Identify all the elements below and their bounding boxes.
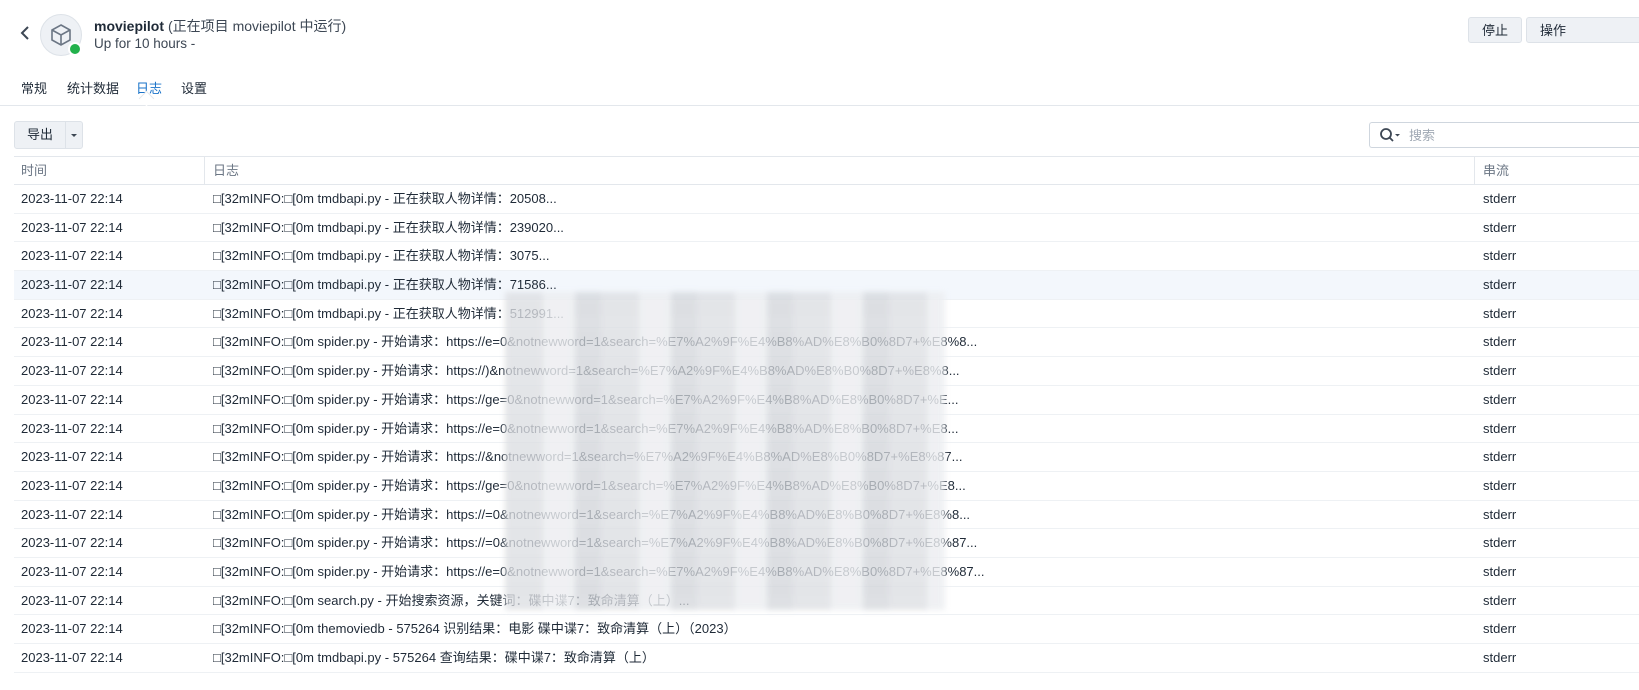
log-stream-cell: stderr — [1483, 477, 1517, 493]
log-stream-cell: stderr — [1483, 621, 1517, 637]
log-message-cell: □[32mINFO:□[0m tmdbapi.py - 正在获取人物详情：512… — [213, 305, 564, 321]
table-row[interactable]: 2023-11-07 22:14 □[32mINFO:□[0m tmdbapi.p… — [14, 644, 1639, 673]
table-row[interactable]: 2023-11-07 22:14 □[32mINFO:□[0m spider.py… — [14, 501, 1639, 530]
container-title: moviepilot (正在项目 moviepilot 中运行) — [94, 16, 346, 36]
column-header-log[interactable]: 日志 — [204, 157, 1483, 184]
table-row[interactable]: 2023-11-07 22:14 □[32mINFO:□[0m search.py… — [14, 587, 1639, 616]
table-row[interactable]: 2023-11-07 22:14 □[32mINFO:□[0m tmdbapi.p… — [14, 185, 1639, 214]
table-row[interactable]: 2023-11-07 22:14 □[32mINFO:□[0m spider.py… — [14, 386, 1639, 415]
log-time-cell: 2023-11-07 22:14 — [21, 219, 123, 235]
log-message-cell: □[32mINFO:□[0m search.py - 开始搜索资源，关键词：碟中… — [213, 592, 690, 608]
log-stream-cell: stderr — [1483, 248, 1517, 264]
container-uptime: Up for 10 hours - — [94, 36, 196, 51]
log-stream-cell: stderr — [1483, 506, 1517, 522]
search-box — [1369, 122, 1639, 148]
log-message-cell: □[32mINFO:□[0m themoviedb - 575264 识别结果：… — [213, 621, 737, 637]
log-message-cell: □[32mINFO:□[0m spider.py - 开始请求：https://… — [213, 391, 959, 407]
log-table: 时间 日志 串流 2023-11-07 22:14 □[32mINFO:□[0m … — [14, 156, 1639, 673]
container-name: moviepilot — [94, 18, 165, 34]
log-message-cell: □[32mINFO:□[0m tmdbapi.py - 正在获取人物详情：715… — [213, 277, 557, 293]
log-stream-cell: stderr — [1483, 592, 1517, 608]
tab-settings[interactable]: 设置 — [181, 78, 207, 97]
export-dropdown-button[interactable] — [65, 122, 82, 148]
log-stream-cell: stderr — [1483, 535, 1517, 551]
log-time-cell: 2023-11-07 22:14 — [21, 563, 123, 579]
log-time-cell: 2023-11-07 22:14 — [21, 535, 123, 551]
log-time-cell: 2023-11-07 22:14 — [21, 477, 123, 493]
log-stream-cell: stderr — [1483, 650, 1517, 665]
container-header: moviepilot (正在项目 moviepilot 中运行) Up for 1… — [0, 0, 1639, 66]
log-message-cell: □[32mINFO:□[0m spider.py - 开始请求：https://… — [213, 535, 978, 551]
caret-down-icon — [71, 133, 78, 137]
table-row[interactable]: 2023-11-07 22:14 □[32mINFO:□[0m tmdbapi.p… — [14, 300, 1639, 329]
table-row[interactable]: 2023-11-07 22:14 □[32mINFO:□[0m spider.py… — [14, 415, 1639, 444]
column-header-time[interactable]: 时间 — [21, 157, 47, 184]
export-button[interactable]: 导出 — [15, 122, 65, 148]
log-stream-cell: stderr — [1483, 420, 1517, 436]
table-row[interactable]: 2023-11-07 22:14 □[32mINFO:□[0m tmdbapi.p… — [14, 242, 1639, 272]
log-message-cell: □[32mINFO:□[0m spider.py - 开始请求：https://… — [213, 363, 960, 379]
back-button[interactable] — [16, 22, 34, 44]
log-time-cell: 2023-11-07 22:14 — [21, 363, 123, 379]
table-row[interactable]: 2023-11-07 22:14 □[32mINFO:□[0m spider.py… — [14, 357, 1639, 386]
log-toolbar: 导出 — [0, 118, 1639, 150]
table-row[interactable]: 2023-11-07 22:14 □[32mINFO:□[0m spider.py… — [14, 328, 1639, 358]
log-time-cell: 2023-11-07 22:14 — [21, 305, 123, 321]
table-row[interactable]: 2023-11-07 22:14 □[32mINFO:□[0m spider.py… — [14, 529, 1639, 558]
log-time-cell: 2023-11-07 22:14 — [21, 420, 123, 436]
log-time-cell: 2023-11-07 22:14 — [21, 391, 123, 407]
log-message-cell: □[32mINFO:□[0m spider.py - 开始请求：https://… — [213, 334, 978, 350]
table-row[interactable]: 2023-11-07 22:14 □[32mINFO:□[0m themovied… — [14, 615, 1639, 644]
log-table-header: 时间 日志 串流 — [14, 156, 1639, 185]
table-row[interactable]: 2023-11-07 22:14 □[32mINFO:□[0m spider.py… — [14, 558, 1639, 587]
log-stream-cell: stderr — [1483, 391, 1517, 407]
log-message-cell: □[32mINFO:□[0m spider.py - 开始请求：https://… — [213, 563, 985, 579]
stop-button[interactable]: 停止 — [1468, 17, 1523, 43]
export-button-group: 导出 — [14, 121, 84, 149]
log-time-cell: 2023-11-07 22:14 — [21, 592, 123, 608]
tab-general[interactable]: 常规 — [21, 78, 47, 97]
table-row[interactable]: 2023-11-07 22:14 □[32mINFO:□[0m spider.py… — [14, 443, 1639, 472]
log-message-cell: □[32mINFO:□[0m spider.py - 开始请求：https://… — [213, 449, 963, 465]
log-time-cell: 2023-11-07 22:14 — [21, 621, 123, 637]
log-stream-cell: stderr — [1483, 277, 1517, 293]
log-message-cell: □[32mINFO:□[0m spider.py - 开始请求：https://… — [213, 420, 959, 436]
log-table-body: 2023-11-07 22:14 □[32mINFO:□[0m tmdbapi.p… — [14, 185, 1639, 673]
log-message-cell: □[32mINFO:□[0m tmdbapi.py - 正在获取人物详情：239… — [213, 219, 564, 235]
log-message-cell: □[32mINFO:□[0m tmdbapi.py - 正在获取人物详情：205… — [213, 191, 557, 206]
log-stream-cell: stderr — [1483, 449, 1517, 465]
table-row[interactable]: 2023-11-07 22:14 □[32mINFO:□[0m spider.py… — [14, 472, 1639, 501]
log-time-cell: 2023-11-07 22:14 — [21, 277, 123, 293]
tab-statistics[interactable]: 统计数据 — [67, 78, 119, 97]
tab-bar: 常规 统计数据 日志 设置 — [0, 70, 1639, 106]
container-project: (正在项目 moviepilot 中运行) — [168, 18, 347, 34]
log-time-cell: 2023-11-07 22:14 — [21, 334, 123, 350]
log-time-cell: 2023-11-07 22:14 — [21, 191, 123, 206]
log-stream-cell: stderr — [1483, 363, 1517, 379]
running-status-dot — [68, 42, 82, 56]
search-icon — [1380, 128, 1400, 142]
search-input[interactable] — [1407, 126, 1611, 144]
log-stream-cell: stderr — [1483, 305, 1517, 321]
search-options-button[interactable] — [1379, 127, 1401, 143]
column-header-stream[interactable]: 串流 — [1474, 157, 1639, 184]
log-message-cell: □[32mINFO:□[0m spider.py - 开始请求：https://… — [213, 477, 966, 493]
action-button[interactable]: 操作 — [1526, 17, 1639, 43]
log-stream-cell: stderr — [1483, 334, 1517, 350]
table-row[interactable]: 2023-11-07 22:14 □[32mINFO:□[0m tmdbapi.p… — [14, 271, 1639, 300]
table-row[interactable]: 2023-11-07 22:14 □[32mINFO:□[0m tmdbapi.p… — [14, 214, 1639, 243]
log-time-cell: 2023-11-07 22:14 — [21, 449, 123, 465]
log-message-cell: □[32mINFO:□[0m spider.py - 开始请求：https://… — [213, 506, 971, 522]
log-stream-cell: stderr — [1483, 219, 1517, 235]
log-message-cell: □[32mINFO:□[0m tmdbapi.py - 575264 查询结果：… — [213, 650, 655, 665]
log-time-cell: 2023-11-07 22:14 — [21, 248, 123, 264]
log-time-cell: 2023-11-07 22:14 — [21, 650, 123, 665]
chevron-left-icon — [20, 26, 29, 40]
log-stream-cell: stderr — [1483, 191, 1517, 206]
log-stream-cell: stderr — [1483, 563, 1517, 579]
log-time-cell: 2023-11-07 22:14 — [21, 506, 123, 522]
log-message-cell: □[32mINFO:□[0m tmdbapi.py - 正在获取人物详情：307… — [213, 248, 550, 264]
